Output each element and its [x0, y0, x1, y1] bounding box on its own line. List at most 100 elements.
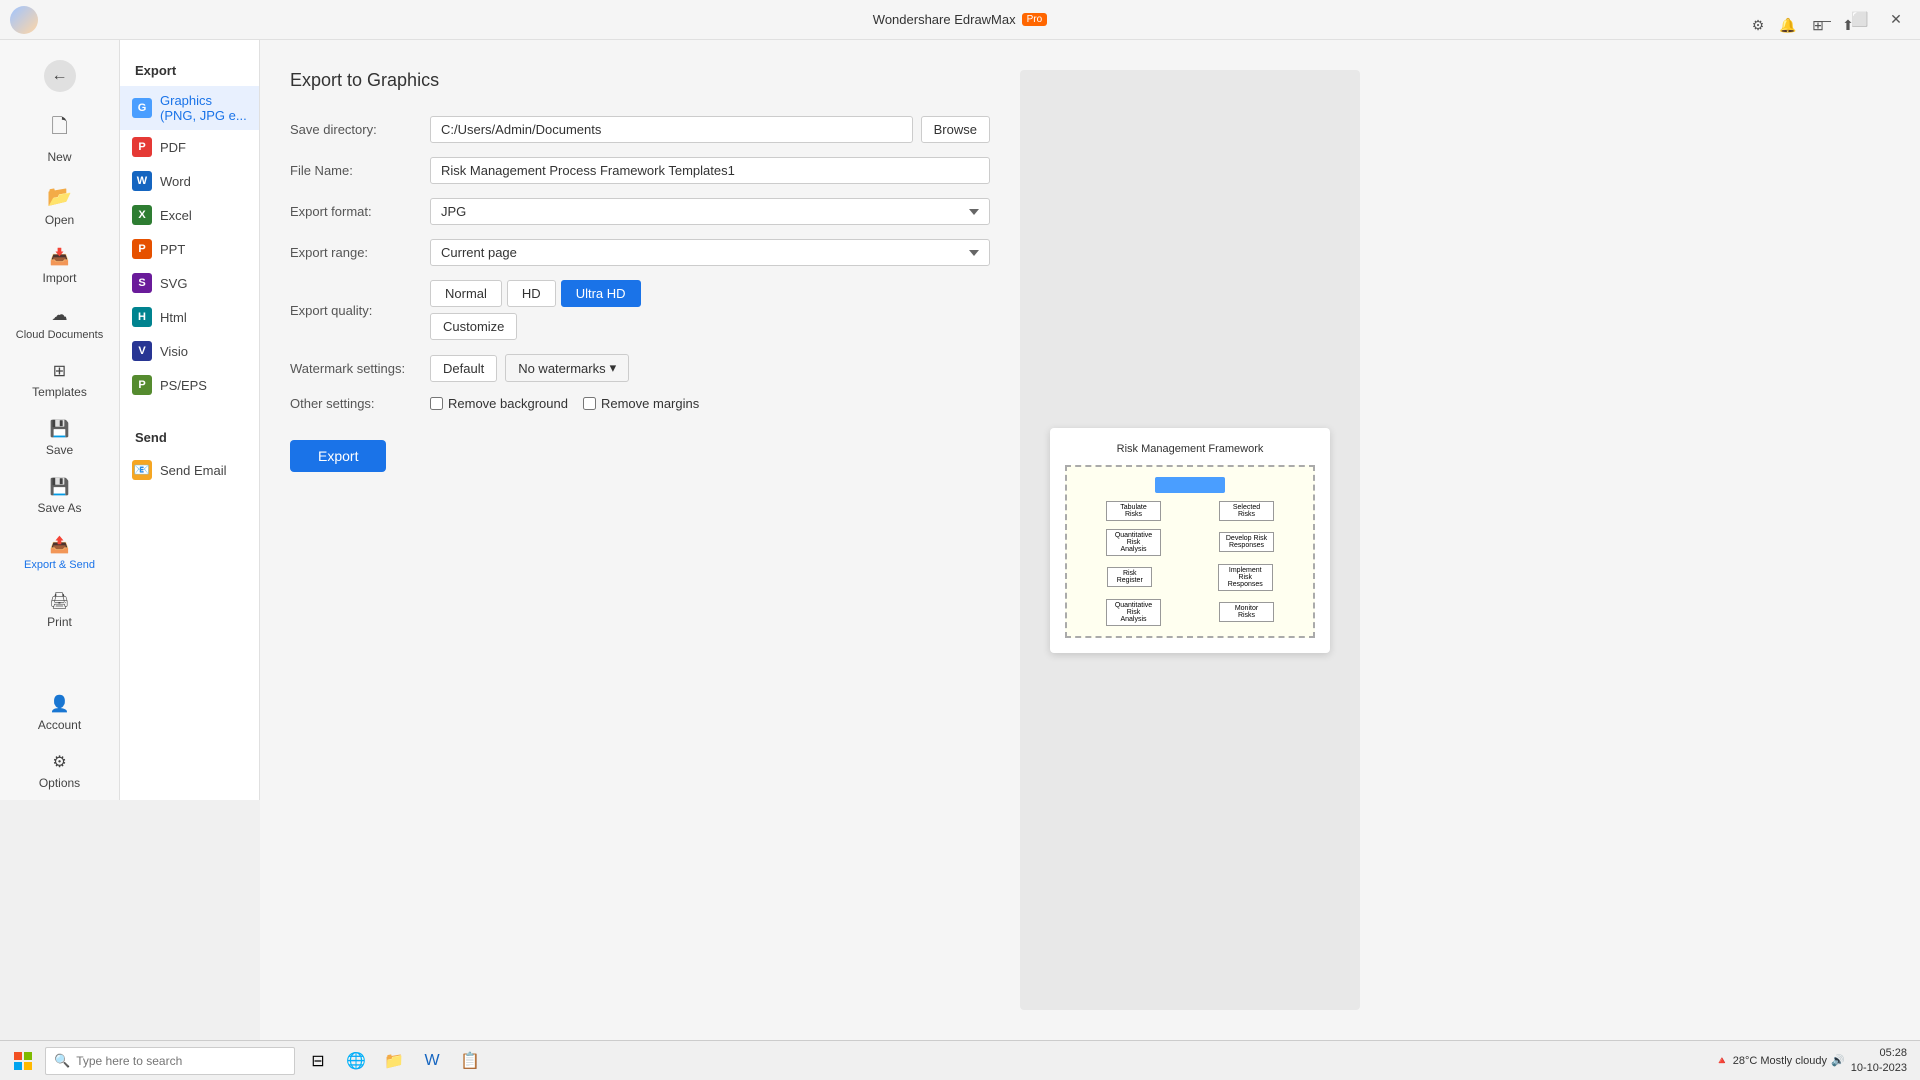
export-format-label: Export format:: [290, 204, 430, 219]
quality-hd-btn[interactable]: HD: [507, 280, 556, 307]
export-range-select[interactable]: Current page All pages Selected pages: [430, 239, 990, 266]
export-panel: Export G Graphics (PNG, JPG e... P PDF W…: [120, 40, 260, 800]
export-format-select[interactable]: JPG PNG BMP TIFF SVG: [430, 198, 990, 225]
export-panel-title: Export: [120, 55, 259, 86]
panel-item-pseps[interactable]: P PS/EPS: [120, 368, 259, 402]
watermark-default-btn[interactable]: Default: [430, 355, 497, 382]
sidebar-item-cloud[interactable]: ☁ Cloud Documents: [0, 295, 119, 351]
sidebar-item-save[interactable]: 💾 Save: [0, 409, 119, 467]
export-range-row: Export range: Current page All pages Sel…: [290, 239, 990, 266]
panel-item-svg[interactable]: S SVG: [120, 266, 259, 300]
export-format-control: JPG PNG BMP TIFF SVG: [430, 198, 990, 225]
export-range-label: Export range:: [290, 245, 430, 260]
sidebar-item-templates[interactable]: ⊞ Templates: [0, 351, 119, 409]
flow-box-1: TabulateRisks: [1106, 501, 1161, 521]
svg-icon: S: [132, 273, 152, 293]
sidebar-label-print: Print: [47, 615, 72, 629]
remove-background-label: Remove background: [448, 396, 568, 411]
bell-icon[interactable]: 🔔: [1776, 14, 1800, 38]
watermark-control: Default No watermarks ▾: [430, 354, 990, 382]
panel-label-excel: Excel: [160, 208, 192, 223]
pseps-icon: P: [132, 375, 152, 395]
file-name-label: File Name:: [290, 163, 430, 178]
watermark-label: Watermark settings:: [290, 361, 430, 376]
panel-item-pdf[interactable]: P PDF: [120, 130, 259, 164]
flow-box-7: MonitorRisks: [1219, 602, 1274, 622]
flow-box-6: QuantitativeRiskAnalysis: [1106, 599, 1161, 626]
customize-button[interactable]: Customize: [430, 313, 517, 340]
left-sidebar: ← 🗋 New 📂 Open 📥 Import ☁ Cloud Document…: [0, 40, 120, 800]
sidebar-item-print[interactable]: 🖨 Print: [0, 581, 119, 639]
upload-icon[interactable]: ⬆: [1836, 14, 1860, 38]
speaker-icon: 🔊: [1831, 1054, 1845, 1067]
settings-icon[interactable]: ⚙: [1746, 14, 1770, 38]
sidebar-item-import[interactable]: 📥 Import: [0, 237, 119, 295]
app-title: Wondershare EdrawMax: [873, 12, 1016, 27]
sidebar-item-account[interactable]: 👤 Account: [0, 684, 119, 742]
panel-item-ppt[interactable]: P PPT: [120, 232, 259, 266]
remove-margins-checkbox[interactable]: Remove margins: [583, 396, 699, 411]
taskview-app[interactable]: ⊟: [300, 1043, 336, 1079]
sidebar-label-export: Export & Send: [24, 559, 95, 571]
edge-app[interactable]: 🌐: [338, 1043, 374, 1079]
panel-item-html[interactable]: H Html: [120, 300, 259, 334]
diagram-area: TabulateRisks SelectedRisks Quantitative…: [1065, 465, 1315, 638]
extra-app[interactable]: 📋: [452, 1043, 488, 1079]
export-form-title: Export to Graphics: [290, 70, 990, 91]
export-quality-control: Normal HD Ultra HD Customize: [430, 280, 990, 340]
export-quality-row: Export quality: Normal HD Ultra HD Custo…: [290, 280, 990, 340]
visio-icon: V: [132, 341, 152, 361]
sidebar-label-new: New: [47, 150, 71, 164]
export-format-row: Export format: JPG PNG BMP TIFF SVG: [290, 198, 990, 225]
grid-icon[interactable]: ⊞: [1806, 14, 1830, 38]
titlebar-left: [10, 6, 38, 34]
sidebar-item-export[interactable]: 📤 Export & Send: [0, 525, 119, 581]
avatar: [10, 6, 38, 34]
file-name-input[interactable]: [430, 157, 990, 184]
taskbar: 🔍 ⊟ 🌐 📁 W 📋 🔺 28°C Mostly cloudy 🔊 05:28…: [0, 1040, 1920, 1080]
sidebar-item-open[interactable]: 📂 Open: [0, 174, 119, 237]
quality-normal-btn[interactable]: Normal: [430, 280, 502, 307]
remove-background-checkbox[interactable]: Remove background: [430, 396, 568, 411]
export-button[interactable]: Export: [290, 440, 386, 472]
sidebar-item-options[interactable]: ⚙ Options: [0, 742, 119, 800]
start-button[interactable]: [5, 1043, 41, 1079]
flow-box-3: QuantitativeRiskAnalysis: [1106, 529, 1161, 556]
remove-margins-input[interactable]: [583, 397, 596, 410]
send-title: Send: [120, 422, 259, 453]
taskbar-search-box[interactable]: 🔍: [45, 1047, 295, 1075]
panel-item-graphics[interactable]: G Graphics (PNG, JPG e...: [120, 86, 259, 130]
titlebar-controls: ⚙ 🔔 ⊞ ⬆ — ⬜ ✕: [1810, 6, 1910, 34]
pdf-icon: P: [132, 137, 152, 157]
word-app[interactable]: W: [414, 1043, 450, 1079]
remove-background-input[interactable]: [430, 397, 443, 410]
panel-item-email[interactable]: 📧 Send Email: [120, 453, 259, 487]
quality-group: Normal HD Ultra HD: [430, 280, 990, 307]
panel-label-visio: Visio: [160, 344, 188, 359]
sidebar-item-saveas[interactable]: 💾 Save As: [0, 467, 119, 525]
panel-item-word[interactable]: W Word: [120, 164, 259, 198]
html-icon: H: [132, 307, 152, 327]
save-directory-input[interactable]: [430, 116, 913, 143]
titlebar: Wondershare EdrawMax Pro ⚙ 🔔 ⊞ ⬆ — ⬜ ✕: [0, 0, 1920, 40]
preview-card: Risk Management Framework TabulateRisks …: [1050, 428, 1330, 653]
sidebar-item-back[interactable]: ←: [0, 50, 119, 102]
panel-item-excel[interactable]: X Excel: [120, 198, 259, 232]
flow-box-register: RiskRegister: [1107, 567, 1152, 587]
diagram-highlight: [1155, 477, 1225, 493]
close-button[interactable]: ✕: [1882, 6, 1910, 34]
quality-ultrahd-btn[interactable]: Ultra HD: [561, 280, 641, 307]
taskbar-search-input[interactable]: [76, 1054, 286, 1068]
panel-item-visio[interactable]: V Visio: [120, 334, 259, 368]
weather-info: 28°C Mostly cloudy: [1733, 1055, 1827, 1067]
taskbar-right: 🔺 28°C Mostly cloudy 🔊 05:28 10-10-2023: [1715, 1046, 1915, 1075]
panel-label-svg: SVG: [160, 276, 187, 291]
panel-label-pseps: PS/EPS: [160, 378, 207, 393]
watermark-selected-btn[interactable]: No watermarks ▾: [505, 354, 629, 382]
explorer-app[interactable]: 📁: [376, 1043, 412, 1079]
panel-label-html: Html: [160, 310, 187, 325]
browse-button[interactable]: Browse: [921, 116, 990, 143]
preview-panel: Risk Management Framework TabulateRisks …: [1020, 70, 1360, 1010]
sidebar-item-new[interactable]: 🗋 New: [0, 102, 119, 174]
panel-label-word: Word: [160, 174, 191, 189]
